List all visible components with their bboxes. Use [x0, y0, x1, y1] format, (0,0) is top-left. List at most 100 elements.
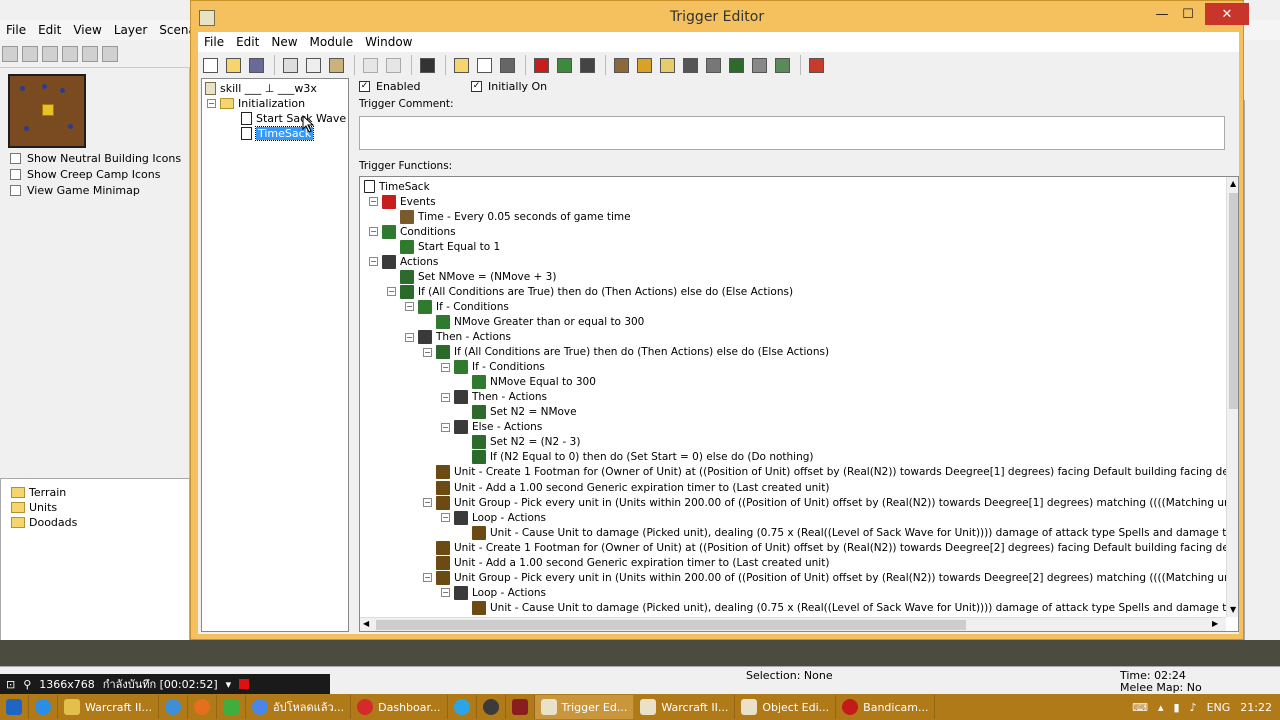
scroll-thumb[interactable] [376, 620, 966, 630]
open-button[interactable] [223, 55, 244, 76]
bg-menu-view[interactable]: View [67, 20, 107, 40]
app-pinned[interactable] [506, 695, 535, 719]
skype-pinned[interactable] [448, 695, 477, 719]
function-row[interactable]: Set NMove = (NMove + 3) [400, 269, 556, 284]
close-button[interactable]: ✕ [1205, 3, 1249, 25]
collapse-icon[interactable]: − [207, 99, 216, 108]
function-row[interactable]: − If - Conditions [441, 360, 545, 375]
collapse-icon[interactable]: − [369, 197, 378, 207]
checkbox[interactable] [10, 153, 21, 164]
new-action-button[interactable] [577, 55, 598, 76]
minimap[interactable] [8, 74, 86, 148]
paste-icon[interactable] [102, 46, 118, 62]
scroll-thumb[interactable] [1229, 193, 1238, 409]
task-object-editor[interactable]: Object Edi... [735, 695, 837, 719]
copy-button[interactable] [303, 55, 324, 76]
scroll-left-icon[interactable]: ◀ [363, 619, 369, 628]
folder-doodads[interactable]: Doodads [1, 515, 189, 530]
chevron-up-icon[interactable]: ▴ [1158, 701, 1164, 714]
object-editor-button[interactable] [680, 55, 701, 76]
task-warcraft-2[interactable]: Warcraft II... [634, 695, 736, 719]
checkbox-checked[interactable]: ✓ [359, 81, 370, 92]
function-row[interactable]: − If (All Conditions are True) then do (T… [387, 284, 793, 299]
cut-button[interactable] [280, 55, 301, 76]
task-dashboard[interactable]: Dashboar... [351, 695, 448, 719]
battery-icon[interactable]: ▮ [1174, 701, 1180, 714]
cut-icon[interactable] [62, 46, 78, 62]
function-row[interactable]: − Loop - Actions [441, 585, 546, 600]
folder-units[interactable]: Units [1, 500, 189, 515]
function-row[interactable]: Unit - Cause Unit to damage (Picked unit… [472, 600, 1238, 615]
function-row[interactable]: NMove Greater than or equal to 300 [436, 314, 644, 329]
folder-terrain[interactable]: Terrain [1, 485, 189, 500]
wifi-pinned[interactable] [217, 695, 246, 719]
function-row[interactable]: − Actions [369, 254, 438, 269]
collapse-icon[interactable]: − [441, 422, 450, 432]
terrain-editor-button[interactable] [611, 55, 632, 76]
collapse-icon[interactable]: − [405, 302, 414, 312]
new-map-button[interactable] [200, 55, 221, 76]
new-comment-button[interactable] [497, 55, 518, 76]
collapse-icon[interactable]: − [441, 588, 450, 598]
test-map-button[interactable] [806, 55, 827, 76]
collapse-icon[interactable]: − [441, 362, 450, 372]
minimize-button[interactable]: — [1149, 3, 1175, 25]
function-row[interactable]: Unit - Create 1 Footman for (Owner of Un… [436, 465, 1238, 480]
chrome-pinned[interactable] [159, 695, 188, 719]
maximize-button[interactable]: ☐ [1175, 3, 1201, 25]
function-row[interactable]: − Then - Actions [405, 330, 511, 345]
paste-button[interactable] [326, 55, 347, 76]
scroll-down-icon[interactable]: ▼ [1230, 605, 1236, 614]
new-trigger-button[interactable] [474, 55, 495, 76]
task-bandicam[interactable]: Bandicam... [836, 695, 936, 719]
function-row[interactable]: TimeSack [364, 179, 430, 194]
language-indicator[interactable]: ENG [1207, 701, 1231, 714]
collapse-icon[interactable]: − [441, 392, 450, 402]
menu-edit[interactable]: Edit [230, 35, 265, 49]
show-creep-camp-icons-option[interactable]: Show Creep Camp Icons [10, 168, 161, 181]
collapse-icon[interactable]: − [441, 513, 450, 523]
menu-module[interactable]: Module [304, 35, 360, 49]
object-manager-button[interactable] [749, 55, 770, 76]
ai-editor-button[interactable] [726, 55, 747, 76]
function-row[interactable]: Set N2 = (N2 - 3) [472, 435, 580, 450]
function-row[interactable]: − Else - Actions [441, 420, 542, 435]
stop-icon[interactable]: ▾ [226, 678, 232, 691]
bg-menu-layer[interactable]: Layer [108, 20, 153, 40]
copy-icon[interactable] [82, 46, 98, 62]
function-row[interactable]: Unit - Cause Unit to damage (Picked unit… [472, 525, 1238, 540]
new-condition-button[interactable] [554, 55, 575, 76]
sound-editor-button[interactable] [657, 55, 678, 76]
collapse-icon[interactable]: − [423, 573, 432, 583]
task-trigger-editor[interactable]: Trigger Ed... [534, 695, 635, 719]
open-icon[interactable] [22, 46, 38, 62]
save-button[interactable] [246, 55, 267, 76]
function-row[interactable]: Unit - Create 1 Footman for (Owner of Un… [436, 540, 1238, 555]
title-bar[interactable]: Trigger Editor — ☐ ✕ [191, 1, 1249, 33]
steam-pinned[interactable] [477, 695, 506, 719]
function-row[interactable]: Start Equal to 1 [400, 239, 500, 254]
checkbox[interactable] [10, 185, 21, 196]
bg-menu-edit[interactable]: Edit [32, 20, 67, 40]
function-row[interactable]: Unit - Add a 1.00 second Generic expirat… [436, 480, 829, 495]
keyboard-icon[interactable]: ⌨ [1132, 701, 1148, 714]
delete-button[interactable] [417, 55, 438, 76]
start-button[interactable] [0, 695, 29, 719]
record-icon[interactable] [239, 679, 250, 689]
function-row[interactable]: Time - Every 0.05 seconds of game time [400, 209, 631, 224]
menu-window[interactable]: Window [359, 35, 418, 49]
collapse-icon[interactable]: − [369, 227, 378, 237]
scroll-right-icon[interactable]: ▶ [1212, 619, 1218, 628]
undo-button[interactable] [360, 55, 381, 76]
function-row[interactable]: Set N2 = NMove [472, 405, 577, 420]
collapse-icon[interactable]: − [369, 257, 378, 267]
task-upload[interactable]: อัปโหลดแล้ว... [246, 695, 352, 719]
ie-pinned[interactable] [29, 695, 58, 719]
menu-new[interactable]: New [265, 35, 303, 49]
tree-trigger-start-sack-wave[interactable]: Start Sack Wave [241, 111, 346, 126]
tree-map-root[interactable]: skill ___ ⊥ ___w3x [205, 81, 317, 96]
function-row[interactable]: − If - Conditions [405, 299, 509, 314]
function-row[interactable]: − Unit Group - Pick every unit in (Units … [423, 570, 1238, 585]
function-row[interactable]: Unit - Add a 1.00 second Generic expirat… [436, 555, 829, 570]
firefox-pinned[interactable] [188, 695, 217, 719]
